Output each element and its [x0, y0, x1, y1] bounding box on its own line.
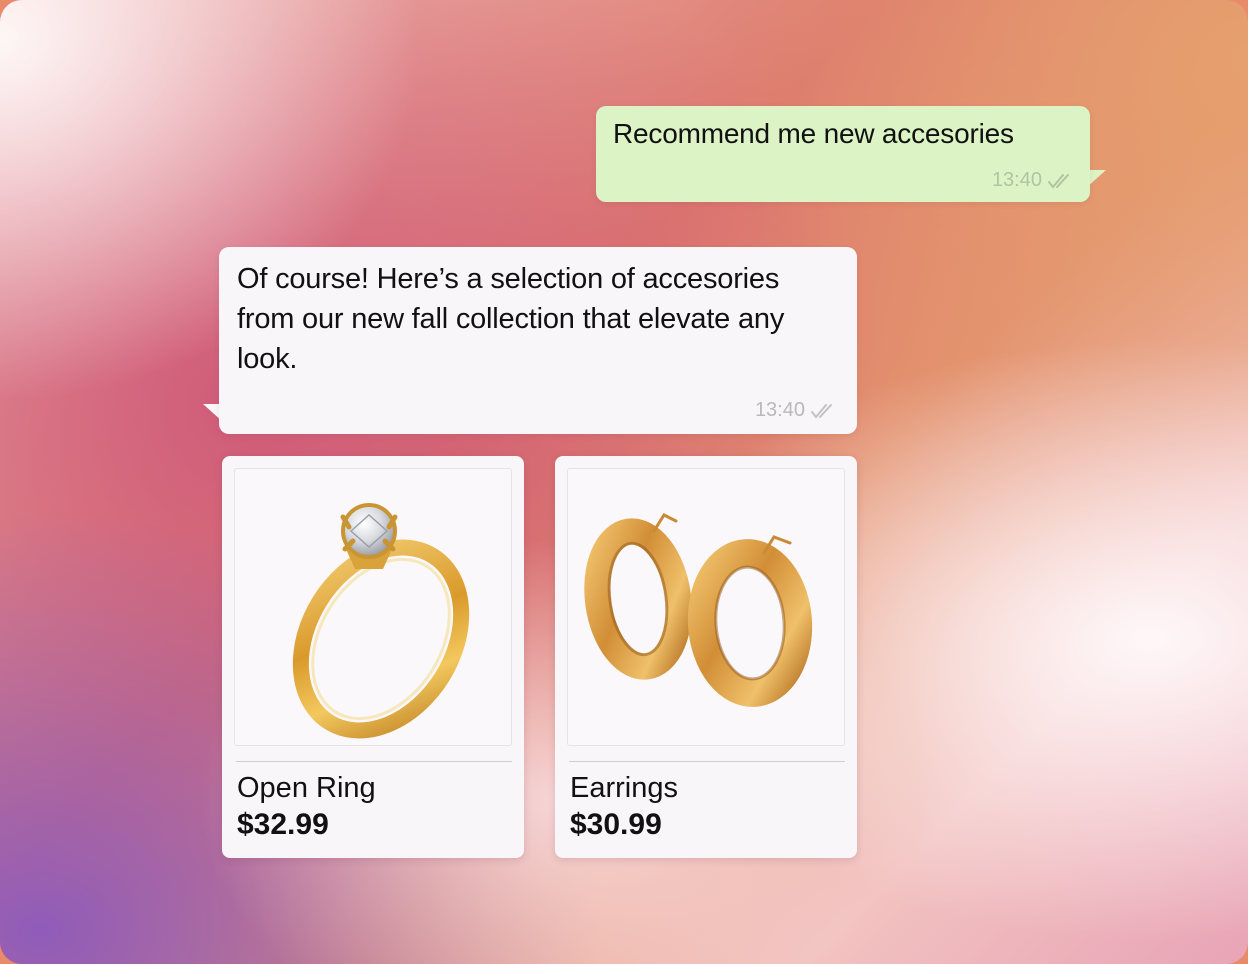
user-message-bubble: Recommend me new accesories 13:40 — [596, 106, 1090, 202]
product-image-earrings[interactable] — [567, 468, 845, 746]
bot-message-time: 13:40 — [754, 399, 805, 421]
bot-message-text: Of course! Here’s a selection of accesor… — [237, 263, 785, 375]
double-check-icon — [1048, 173, 1074, 189]
user-message-meta: 13:40 — [992, 169, 1074, 192]
card-divider — [236, 761, 512, 762]
bot-message-bubble: Of course! Here’s a selection of accesor… — [219, 247, 857, 434]
product-name[interactable]: Open Ring — [237, 772, 376, 805]
gold-ring-icon — [292, 503, 470, 739]
user-message-time: 13:40 — [991, 169, 1042, 191]
double-check-icon — [811, 403, 839, 419]
user-message-text: Recommend me new accesories — [613, 118, 1014, 149]
bot-message-meta: 13:40 — [755, 399, 839, 422]
product-card[interactable]: Open Ring $32.99 — [222, 456, 524, 858]
product-name[interactable]: Earrings — [570, 772, 678, 805]
card-divider — [569, 761, 845, 762]
product-price: $32.99 — [237, 808, 329, 841]
gold-hoop-earrings-icon — [584, 513, 813, 707]
product-card[interactable]: Earrings $30.99 — [555, 456, 857, 858]
product-price: $30.99 — [570, 808, 662, 841]
product-image-ring[interactable] — [234, 468, 512, 746]
